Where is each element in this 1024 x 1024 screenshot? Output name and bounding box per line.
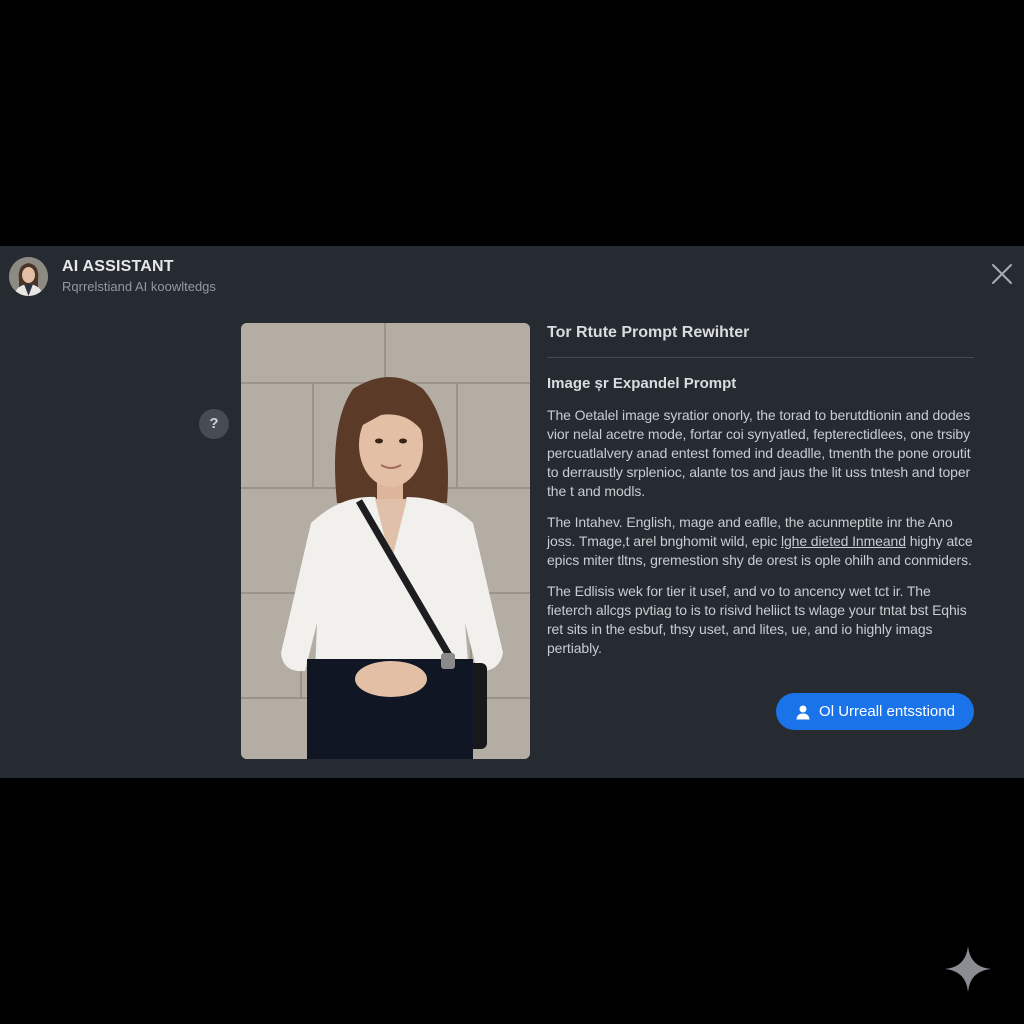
use-prompt-button[interactable]: Ol Urreall entsstiond <box>776 693 974 730</box>
avatar-photo <box>9 257 48 296</box>
prompt-panel: Tor Rtute Prompt Rewihter Image șr Expan… <box>547 324 974 658</box>
divider <box>547 357 974 358</box>
woman-portrait-photo <box>241 323 530 759</box>
close-icon <box>992 264 1012 284</box>
person-icon <box>796 705 810 719</box>
prompt-paragraph-3: The Edlisis wek for tier it usef, and vo… <box>547 583 967 656</box>
question-icon: ? <box>209 415 219 432</box>
prompt-paragraph-1: The Oetalel image syratior onorly, the t… <box>547 407 971 499</box>
assistant-panel: AI ASSISTANT Rqrrelstiand AI koowltedgs … <box>0 246 1024 778</box>
assistant-subtitle: Rqrrelstiand AI koowltedgs <box>62 279 216 294</box>
avatar <box>9 257 48 296</box>
paragraph-2-link[interactable]: lghe dieted Inmeand <box>781 533 906 549</box>
close-button[interactable] <box>990 262 1014 286</box>
help-button[interactable]: ? <box>199 409 229 439</box>
portrait-photo <box>241 323 530 759</box>
prompt-paragraph-2: The Intahev. English, mage and eaflle, t… <box>547 513 974 570</box>
sparkle-icon <box>943 944 993 994</box>
assistant-title: AI ASSISTANT <box>62 258 174 275</box>
use-prompt-label: Ol Urreall entsstiond <box>819 703 955 720</box>
expanded-prompt-heading: Image șr Expandel Prompt <box>547 375 737 392</box>
prompt-rewriter-title: Tor Rtute Prompt Rewihter <box>547 324 750 341</box>
